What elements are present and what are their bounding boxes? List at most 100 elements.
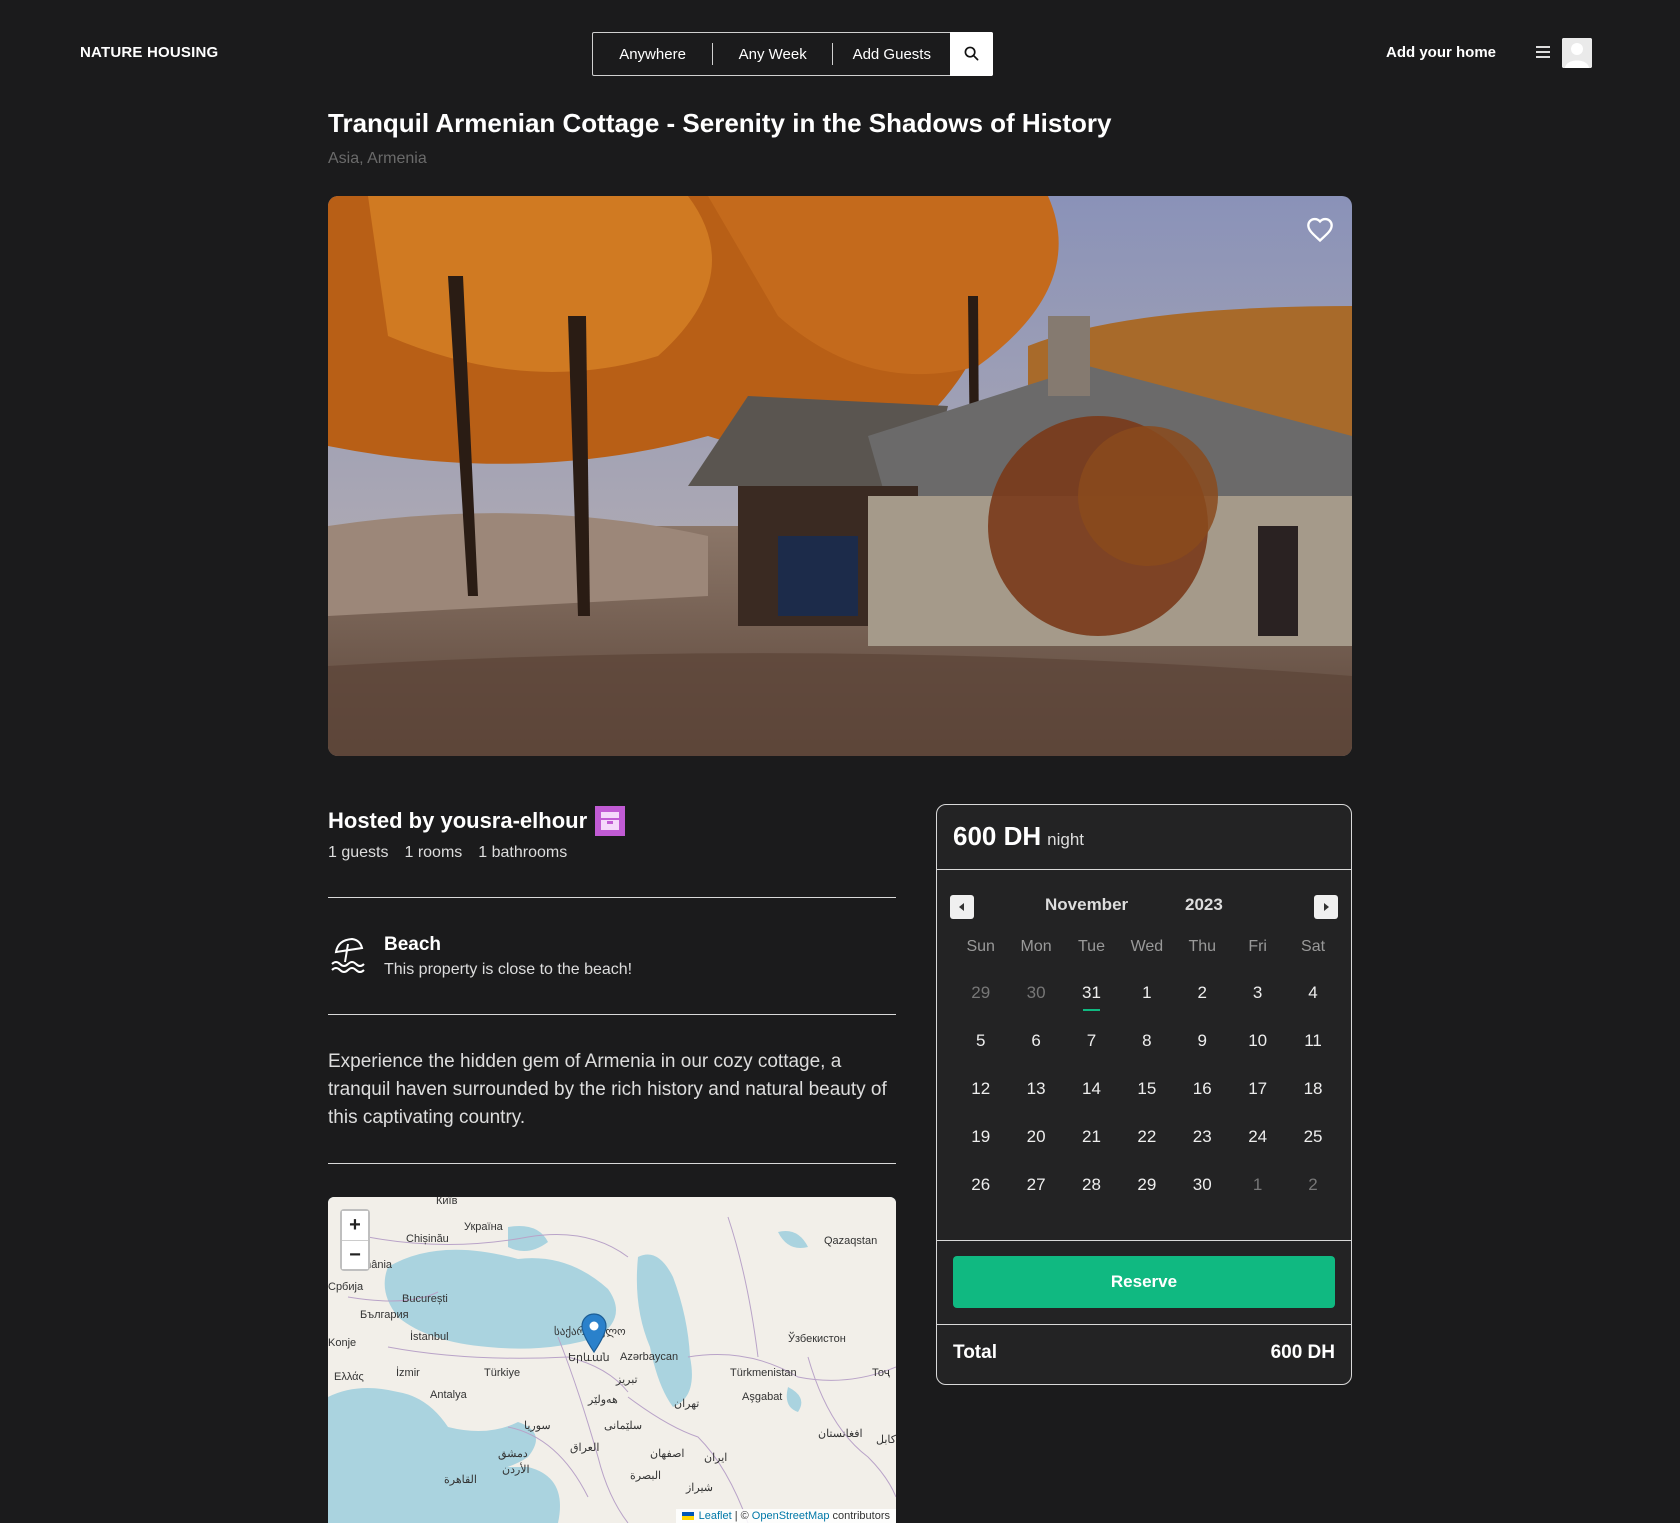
calendar-day[interactable]: 10	[1230, 1017, 1285, 1065]
map-label: Ελλάς	[334, 1371, 364, 1383]
price-amount: 600 DH	[953, 821, 1042, 851]
leaflet-link[interactable]: Leaflet	[699, 1510, 732, 1522]
calendar-day[interactable]: 17	[1230, 1065, 1285, 1113]
host-heading: Hosted by yousra-elhour	[328, 806, 626, 836]
map-marker-icon[interactable]	[581, 1313, 607, 1353]
calendar-day[interactable]: 28	[1064, 1161, 1119, 1209]
reserve-button[interactable]: Reserve	[953, 1256, 1335, 1308]
total-value: 600 DH	[1270, 1342, 1335, 1363]
calendar-next-button[interactable]	[1314, 895, 1338, 919]
map-label: Київ	[436, 1197, 458, 1207]
calendar-day[interactable]: 7	[1064, 1017, 1119, 1065]
calendar-day[interactable]: 16	[1175, 1065, 1230, 1113]
calendar-grid: Sun Mon Tue Wed Thu Fri Sat 29 30 31 1 2 3 4 5 6…	[953, 925, 1341, 1209]
calendar-day[interactable]: 23	[1175, 1113, 1230, 1161]
calendar-day: 2	[1308, 1175, 1318, 1194]
map-label: اصفهان	[650, 1448, 685, 1460]
calendar-day[interactable]: 2	[1175, 969, 1230, 1017]
search-anywhere-button[interactable]: Anywhere	[593, 33, 712, 75]
calendar-day[interactable]: 30	[1175, 1161, 1230, 1209]
calendar-day[interactable]: 9	[1175, 1017, 1230, 1065]
listing-stats: 1 guests 1 rooms 1 bathrooms	[328, 844, 567, 862]
cottage-autumn-photo	[328, 196, 1352, 756]
section-divider	[328, 1014, 896, 1015]
map-label: Тоҷ	[872, 1367, 890, 1379]
map-label: تهران	[674, 1398, 700, 1410]
weekday-label: Sat	[1301, 938, 1326, 955]
calendar-day[interactable]: 1	[1119, 969, 1174, 1017]
calendar-day[interactable]: 3	[1230, 969, 1285, 1017]
calendar-day[interactable]: 13	[1008, 1065, 1063, 1113]
feature-title: Beach	[384, 934, 442, 955]
map-label: هەولێر	[588, 1394, 618, 1406]
calendar-day[interactable]: 4	[1285, 969, 1340, 1017]
map-label: Türkiye	[484, 1367, 521, 1379]
calendar-day[interactable]: 11	[1285, 1017, 1340, 1065]
calendar-day[interactable]: 26	[953, 1161, 1008, 1209]
search-bar[interactable]: Anywhere Any Week Add Guests	[592, 31, 994, 76]
calendar-day[interactable]: 6	[1008, 1017, 1063, 1065]
search-any-week-button[interactable]: Any Week	[713, 33, 832, 75]
booking-card: 600 DH night November 2023 Sun Mon Tue W…	[936, 804, 1352, 1385]
map-label: دمشق	[498, 1448, 528, 1460]
site-logo[interactable]: NATURE HOUSING	[80, 44, 218, 61]
attribution-contributors: contributors	[832, 1510, 890, 1522]
map-label: Україна	[464, 1221, 503, 1233]
map-label: Србија	[328, 1281, 364, 1293]
weekday-label: Sun	[966, 938, 995, 955]
calendar-day[interactable]: 25	[1285, 1113, 1340, 1161]
weekday-label: Mon	[1020, 938, 1052, 955]
calendar-day[interactable]: 27	[1008, 1161, 1063, 1209]
calendar-day[interactable]: 22	[1119, 1113, 1174, 1161]
map-label: الأردن	[502, 1464, 530, 1476]
calendar-day[interactable]: 15	[1119, 1065, 1174, 1113]
map-label: Konje	[328, 1337, 357, 1349]
beach-umbrella-icon	[331, 937, 365, 973]
map-label: شیراز	[686, 1482, 713, 1494]
calendar-day[interactable]: 31	[1064, 969, 1119, 1017]
calendar-year[interactable]: 2023	[1185, 895, 1223, 915]
calendar-day[interactable]: 21	[1064, 1113, 1119, 1161]
triangle-left-icon	[959, 903, 964, 911]
calendar-day[interactable]: 24	[1230, 1113, 1285, 1161]
map-label: تبریز	[616, 1374, 638, 1386]
calendar-day: 1	[1252, 1175, 1263, 1194]
weekday-label: Tue	[1077, 938, 1105, 955]
calendar-day[interactable]: 18	[1285, 1065, 1340, 1113]
favorite-heart-icon[interactable]	[1306, 216, 1334, 244]
guests-count: 1 guests	[328, 844, 389, 861]
map-label: Türkmenistan	[730, 1367, 797, 1379]
search-button[interactable]	[950, 31, 994, 76]
add-your-home-link[interactable]: Add your home	[1386, 44, 1496, 61]
card-divider	[937, 1324, 1351, 1325]
calendar-day[interactable]: 19	[953, 1113, 1008, 1161]
user-avatar[interactable]	[1562, 38, 1592, 68]
map-label: سوريا	[524, 1420, 551, 1432]
calendar-day[interactable]: 20	[1008, 1113, 1063, 1161]
calendar-day[interactable]: 8	[1119, 1017, 1174, 1065]
triangle-right-icon	[1324, 903, 1329, 911]
hamburger-menu-icon[interactable]	[1536, 46, 1550, 58]
openstreetmap-link[interactable]: OpenStreetMap	[752, 1510, 830, 1522]
map-label: Chișinău	[406, 1233, 449, 1245]
location-map[interactable]: Київ Україна Chișinău România București …	[328, 1197, 896, 1523]
map-label: العراق	[570, 1442, 600, 1454]
map-attribution: Leaflet | © OpenStreetMap contributors	[675, 1509, 896, 1523]
map-label: البصرة	[630, 1470, 662, 1482]
map-zoom-control: + −	[340, 1209, 370, 1271]
calendar-day[interactable]: 29	[1119, 1161, 1174, 1209]
map-zoom-out-button[interactable]: −	[342, 1240, 368, 1269]
calendar-month[interactable]: November	[1045, 895, 1128, 915]
calendar-prev-button[interactable]	[950, 895, 974, 919]
calendar-day[interactable]: 5	[953, 1017, 1008, 1065]
listing-title: Tranquil Armenian Cottage - Serenity in …	[328, 108, 1112, 138]
map-zoom-in-button[interactable]: +	[342, 1211, 368, 1240]
map-label: България	[360, 1309, 409, 1321]
map-label: افغانستان	[818, 1428, 863, 1440]
listing-location: Asia, Armenia	[328, 150, 427, 167]
listing-photo	[328, 196, 1352, 756]
search-icon	[964, 46, 979, 61]
calendar-day[interactable]: 12	[953, 1065, 1008, 1113]
calendar-day[interactable]: 14	[1064, 1065, 1119, 1113]
search-add-guests-button[interactable]: Add Guests	[833, 33, 950, 75]
